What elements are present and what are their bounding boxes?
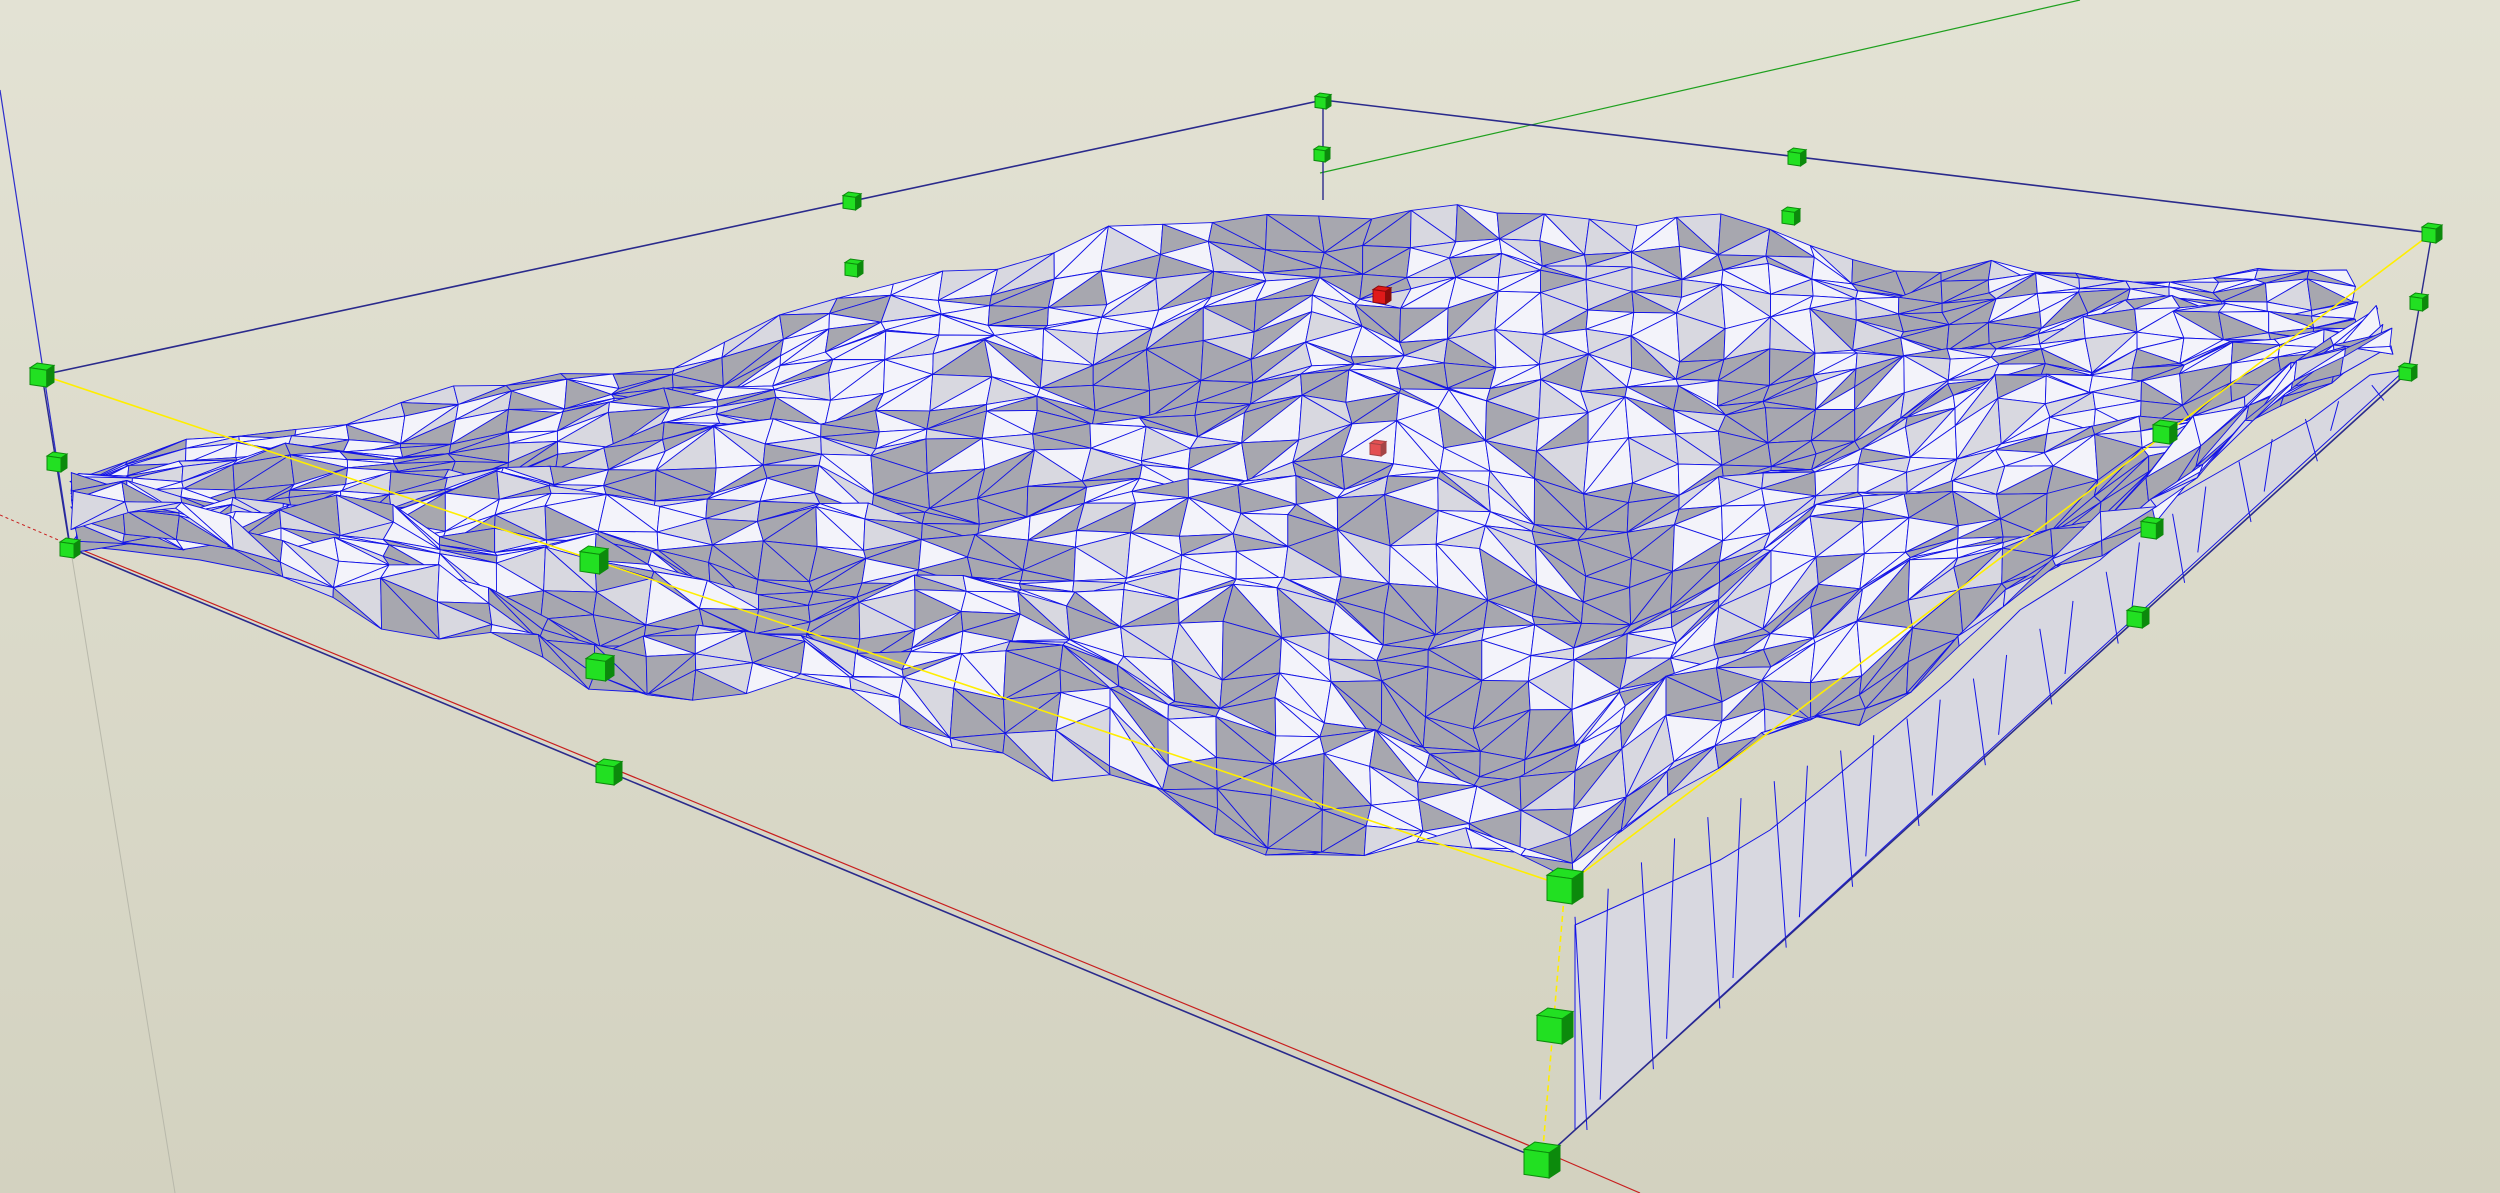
green-cube-icon[interactable] [58,537,82,559]
green-cube-icon[interactable] [2420,222,2444,244]
green-cube-icon[interactable] [841,191,863,211]
green-cube-icon[interactable] [1545,867,1585,905]
green-cube-icon[interactable] [1780,206,1802,226]
green-cube-icon[interactable] [28,362,56,388]
green-cube-icon[interactable] [2139,516,2165,540]
red-cube-icon[interactable] [1371,285,1393,305]
green-cube-icon[interactable] [45,451,69,473]
green-cube-icon[interactable] [2151,419,2179,445]
green-cube-icon[interactable] [594,758,624,786]
green-cube-icon[interactable] [2125,605,2151,629]
red-cube-icon[interactable] [1368,439,1388,457]
green-cube-icon[interactable] [1312,145,1332,163]
green-cube-icon[interactable] [1535,1007,1575,1045]
green-cube-icon[interactable] [1313,92,1333,110]
green-cube-icon[interactable] [2397,362,2419,382]
green-cube-icon[interactable] [584,652,616,682]
terrain-mesh-scene[interactable] [0,0,2500,1193]
green-cube-icon[interactable] [2408,292,2430,312]
green-cube-icon[interactable] [578,545,610,575]
green-cube-icon[interactable] [1786,147,1808,167]
green-cube-icon[interactable] [1522,1141,1562,1179]
3d-model-viewport[interactable] [0,0,2500,1193]
green-cube-icon[interactable] [843,258,865,278]
